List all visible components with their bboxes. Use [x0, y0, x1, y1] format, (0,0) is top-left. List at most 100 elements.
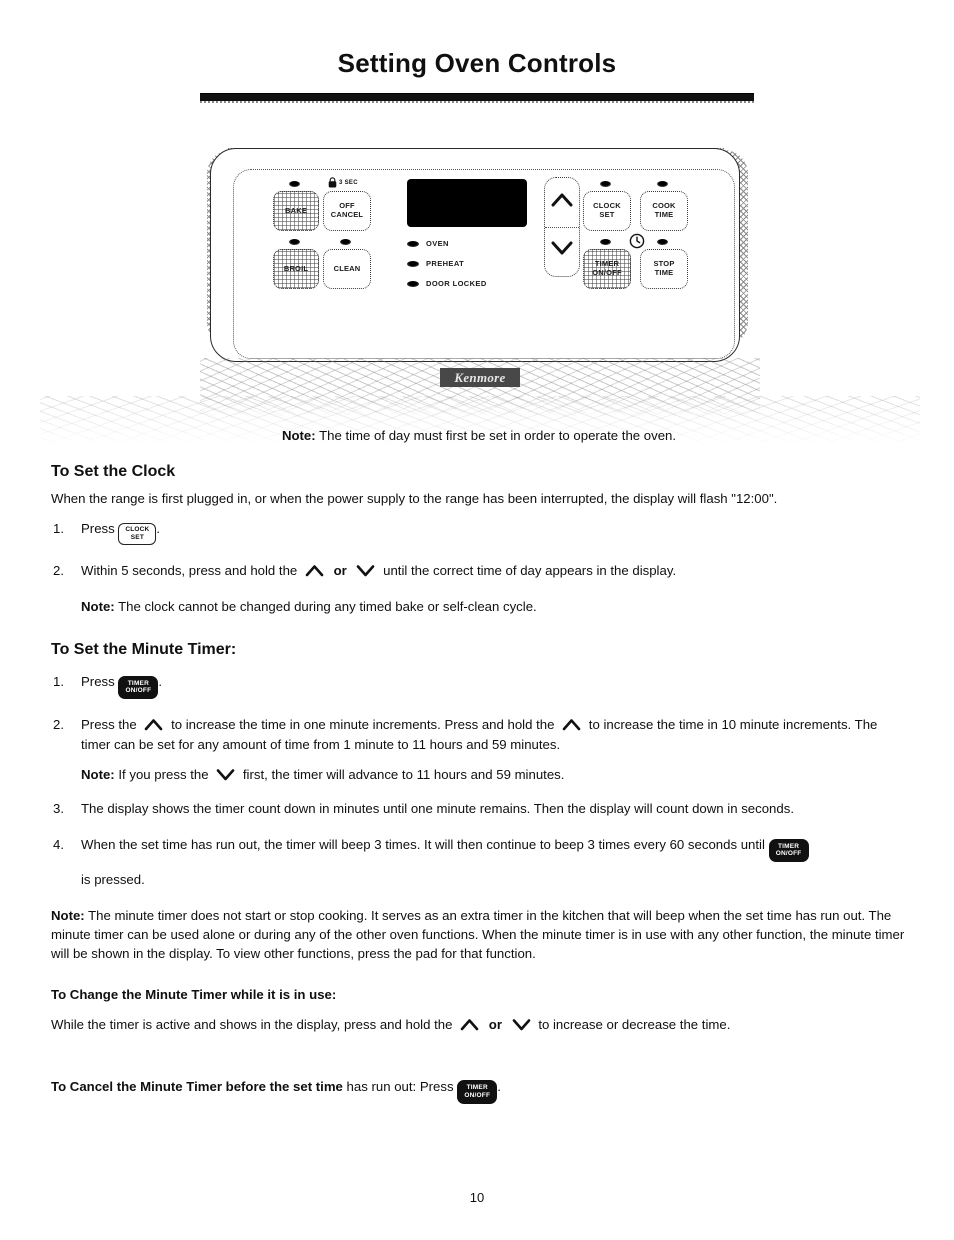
change-section-or: or: [488, 1016, 502, 1032]
pad-bake-label: BAKE: [284, 205, 308, 215]
pad-broil-label: BROIL: [283, 263, 309, 273]
timer-step-3-text: The display shows the timer count down i…: [81, 800, 794, 816]
timer-steps-list: 1. Press TIMER ON/OFF. 2. Press the to in…: [51, 672, 907, 889]
inline-key-timer-on-off-2[interactable]: TIMER ON/OFF: [768, 838, 809, 862]
pad-bake[interactable]: BAKE: [273, 191, 319, 231]
pad-timer-onoff-label: ON/OFF: [592, 268, 622, 277]
page-number: 10: [469, 1190, 485, 1205]
chevron-down-icon: [216, 769, 235, 781]
pad-cook-time-label: TIME: [654, 210, 674, 219]
preheat-lamp-icon: [407, 260, 419, 267]
indicator-door-locked: DOOR LOCKED: [407, 279, 487, 288]
timer-step-1-tail: .: [158, 674, 163, 690]
clock-step-2-or: or: [333, 562, 347, 578]
inline-key-clock-set-line1: CLOCK: [125, 526, 150, 534]
inline-key-timer-on-off-3[interactable]: TIMER ON/OFF: [457, 1080, 498, 1104]
heading-change-minute-timer: To Change the Minute Timer while it is i…: [51, 987, 337, 1003]
timer-step-4-before: When the set time has run out, the timer…: [81, 836, 765, 852]
page-content: Note: The time of day must first be set …: [51, 426, 907, 1110]
clock-step-1-tail: .: [156, 520, 161, 536]
pad-timer-on-off[interactable]: TIMER ON/OFF: [583, 249, 631, 289]
pad-clock-set[interactable]: CLOCK SET: [583, 191, 631, 231]
indicator-oven: OVEN: [407, 239, 449, 248]
bake-indicator-lamp: [289, 181, 300, 187]
clock-step-1: 1. Press CLOCK SET.: [51, 519, 907, 545]
indicator-oven-label: OVEN: [426, 239, 449, 248]
lock-hint-label: 3 SEC: [339, 179, 358, 186]
clock-icon: [629, 233, 645, 249]
pad-clean-label: CLEAN: [333, 263, 361, 273]
clean-indicator-lamp: [340, 239, 351, 245]
cancel-section-heading-rest: has run out: Press: [342, 1078, 454, 1094]
timer-big-note-label: Note:: [51, 907, 85, 923]
timer-step-3-number: 3.: [53, 800, 64, 816]
timer-step-4: 4. When the set time has run out, the ti…: [51, 835, 907, 890]
timer-step-1: 1. Press TIMER ON/OFF.: [51, 672, 907, 700]
pad-broil[interactable]: BROIL: [273, 249, 319, 289]
pad-off-cancel[interactable]: OFF CANCEL: [323, 191, 371, 231]
inline-key-timer-line2: ON/OFF: [125, 687, 152, 695]
pad-cook-time[interactable]: COOK TIME: [640, 191, 688, 231]
inline-key-timer-2-line2: ON/OFF: [775, 849, 802, 857]
lead-note-label: Note:: [281, 428, 316, 443]
panel-shell: BAKE 3 SEC OFF CANCEL BROIL CLEAN OVEN P…: [210, 148, 740, 362]
arrow-pad[interactable]: [544, 177, 580, 277]
clock-section-intro: When the range is first plugged in, or w…: [51, 490, 778, 506]
padlock-icon: [328, 177, 337, 188]
title-rule: [200, 93, 754, 103]
cancel-section-body: To Cancel the Minute Timer before the se…: [51, 1077, 907, 1104]
clock-step-2-before: Within 5 seconds, press and hold the: [81, 562, 298, 578]
kenmore-brand-badge: Kenmore: [440, 368, 520, 387]
display-window: [407, 179, 527, 227]
control-panel-illustration: BAKE 3 SEC OFF CANCEL BROIL CLEAN OVEN P…: [200, 140, 760, 430]
chevron-up-icon: [305, 564, 324, 577]
cancel-section-heading-bold: To Cancel the Minute Timer before the se…: [51, 1078, 343, 1094]
inline-key-clock-set[interactable]: CLOCK SET: [118, 523, 157, 545]
clock-section-note: Note: The clock cannot be changed during…: [51, 597, 907, 617]
chevron-down-icon[interactable]: [551, 240, 573, 256]
indicator-door-locked-label: DOOR LOCKED: [426, 279, 487, 288]
cancel-section-tail: .: [497, 1078, 501, 1094]
pad-clean[interactable]: CLEAN: [323, 249, 371, 289]
page-title: Setting Oven Controls: [337, 48, 617, 78]
lead-note: Note: The time of day must first be set …: [51, 426, 907, 446]
arrow-pad-divider: [545, 227, 579, 228]
heading-set-the-clock: To Set the Clock: [51, 462, 176, 480]
indicator-preheat: PREHEAT: [407, 259, 464, 268]
pad-set-label: SET: [599, 210, 615, 219]
clock-steps-list: 1. Press CLOCK SET. 2. Within 5 seconds, …: [51, 519, 907, 581]
chevron-up-icon[interactable]: [551, 192, 573, 208]
off-cancel-lock-hint: 3 SEC: [328, 177, 358, 188]
timer-step-2-number: 2.: [53, 717, 64, 733]
inline-key-timer-3-line2: ON/OFF: [464, 1091, 491, 1099]
timer-step-2-note-before: If you press the: [114, 767, 209, 783]
clock-set-indicator-lamp: [600, 181, 611, 187]
chevron-up-icon: [460, 1019, 479, 1031]
timer-big-note: Note: The minute timer does not start or…: [51, 906, 907, 963]
inline-key-timer-on-off[interactable]: TIMER ON/OFF: [118, 676, 159, 700]
change-section-after: to increase or decrease the time.: [538, 1016, 731, 1032]
clock-step-2-after: until the correct time of day appears in…: [383, 562, 677, 578]
clock-step-1-number: 1.: [53, 520, 64, 536]
stop-time-indicator-lamp: [657, 239, 668, 245]
clock-note-text: The clock cannot be changed during any t…: [114, 598, 537, 614]
heading-set-the-minute-timer: To Set the Minute Timer:: [51, 641, 237, 659]
timer-step-1-press: Press: [81, 674, 115, 690]
clock-step-2: 2. Within 5 seconds, press and hold the …: [51, 561, 907, 581]
pad-stop-time[interactable]: STOP TIME: [640, 249, 688, 289]
broil-indicator-lamp: [289, 239, 300, 245]
timer-step-2: 2. Press the to increase the time in one…: [51, 715, 907, 755]
timer-step-4-after: is pressed.: [81, 871, 145, 887]
door-locked-lamp-icon: [407, 280, 419, 287]
inline-key-timer-3-line1: TIMER: [466, 1084, 488, 1092]
inline-key-clock-set-line2: SET: [130, 533, 145, 541]
chevron-up-icon: [562, 719, 581, 731]
timer-step-3: 3. The display shows the timer count dow…: [51, 799, 907, 819]
clock-step-2-number: 2.: [53, 562, 64, 578]
clock-step-1-press: Press: [81, 520, 115, 536]
inline-key-timer-2-line1: TIMER: [777, 842, 800, 850]
chevron-down-icon: [512, 1019, 530, 1031]
change-section-body: While the timer is active and shows in t…: [51, 1015, 907, 1035]
timer-indicator-lamp: [600, 239, 611, 245]
chevron-down-icon: [357, 564, 375, 577]
